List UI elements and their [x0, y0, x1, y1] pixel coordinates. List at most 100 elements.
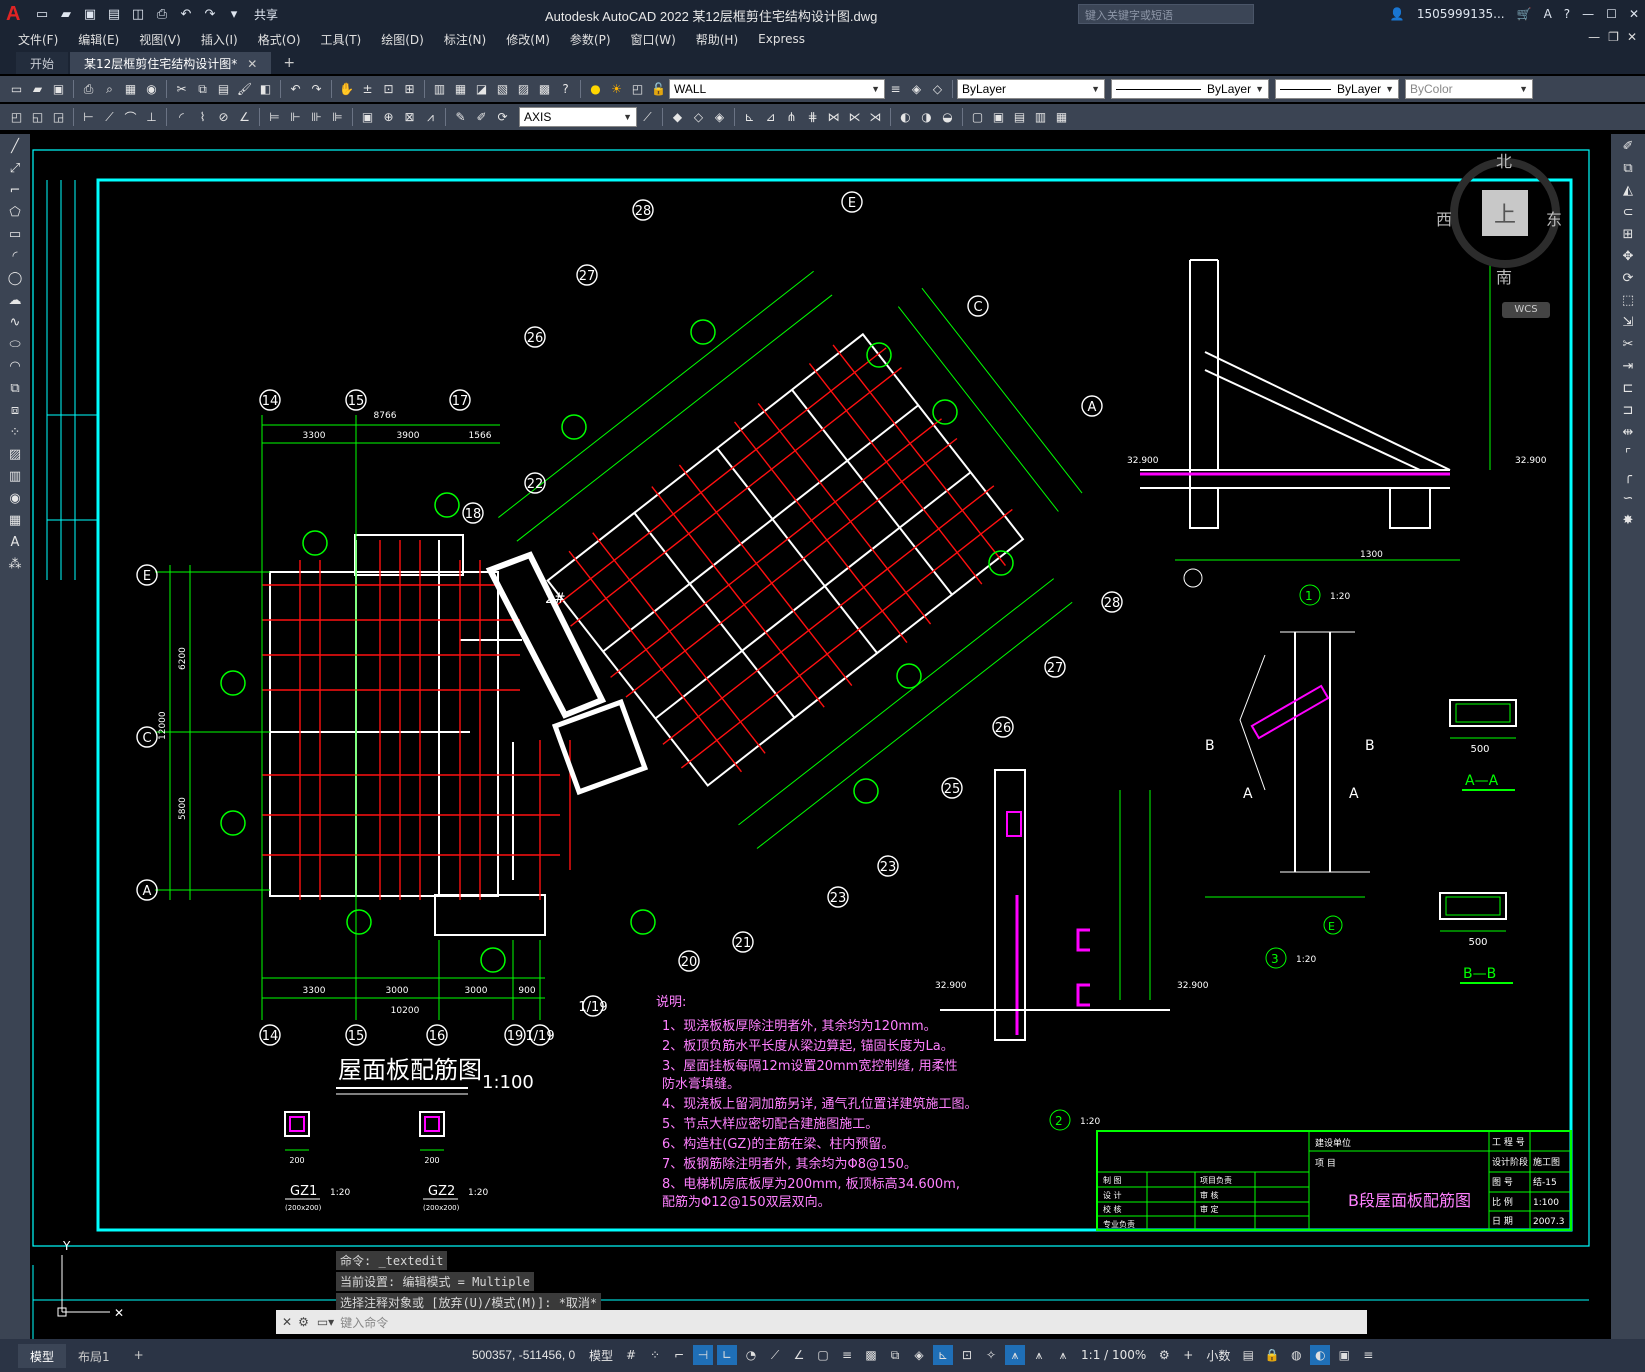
quick-dim-icon[interactable]: ⊨ [265, 108, 284, 127]
dim-space-icon[interactable]: ⊫ [328, 108, 347, 127]
center-mark-icon[interactable]: ⊕ [379, 108, 398, 127]
hatch-icon[interactable]: ▨ [4, 444, 26, 464]
autocad-logo-icon[interactable]: A [6, 2, 30, 26]
chamfer-icon[interactable]: ⌜ [1617, 444, 1639, 464]
save-icon[interactable]: ▣ [80, 4, 100, 24]
viewcube-top-face[interactable]: 上 [1482, 190, 1528, 236]
open-file-icon[interactable]: ▰ [56, 4, 76, 24]
3d-dwf-icon[interactable]: ◉ [142, 80, 161, 99]
plot-preview-icon[interactable]: ⌕ [100, 80, 119, 99]
sheet-set-icon[interactable]: ▧ [493, 80, 512, 99]
polygon-icon[interactable]: ⬠ [4, 202, 26, 222]
jogged-linear-icon[interactable]: ⩘ [421, 108, 440, 127]
cmd-prompt-icon[interactable]: ▭▾ [317, 1315, 334, 1329]
zoom-window-icon[interactable]: ⊡ [379, 80, 398, 99]
plotstyle-dropdown[interactable]: ByColor ▼ [1405, 79, 1533, 99]
command-line[interactable]: ✕ ⚙ ▭▾ 键入命令 [276, 1310, 1367, 1334]
dim-text-edit-icon[interactable]: ✐ [472, 108, 491, 127]
viewcube-south[interactable]: 南 [1496, 264, 1512, 288]
model-space-toggle[interactable]: 模型 [589, 1347, 613, 1364]
infer-constraints-icon[interactable]: ⌐ [669, 1345, 689, 1365]
zoom-realtime-icon[interactable]: ± [358, 80, 377, 99]
undo-icon[interactable]: ↶ [176, 4, 196, 24]
linear-dim-icon[interactable]: ⊢ [79, 108, 98, 127]
properties-icon[interactable]: ▥ [430, 80, 449, 99]
layout-tab-layout1[interactable]: 布局1 [66, 1344, 122, 1368]
drawing-canvas[interactable]: 2# 14 15 17 EC A 14 15 16 19 1/19 28 27 … [30, 134, 1611, 1339]
misc-tool4-icon[interactable]: ▥ [1031, 108, 1050, 127]
redo-icon[interactable]: ↷ [307, 80, 326, 99]
dim-edit-icon[interactable]: ✎ [451, 108, 470, 127]
break-icon[interactable]: ⊐ [1617, 400, 1639, 420]
menu-draw[interactable]: 绘图(D) [371, 31, 434, 48]
grid-icon[interactable]: # [621, 1345, 641, 1365]
plot-icon[interactable]: ⎙ [79, 80, 98, 99]
radius-dim-icon[interactable]: ◜ [172, 108, 191, 127]
new-tab-button[interactable]: + [273, 52, 305, 74]
doc-restore-icon[interactable]: ❐ [1608, 30, 1619, 44]
menu-insert[interactable]: 插入(I) [191, 31, 248, 48]
viewcube-east[interactable]: 东 [1546, 206, 1562, 230]
ortho-icon[interactable]: ∟ [717, 1345, 738, 1365]
block-editor-icon[interactable]: ◧ [256, 80, 275, 99]
render-tool3-icon[interactable]: ◒ [938, 108, 957, 127]
annotation-scale-value[interactable]: 1:1 / 100% [1081, 1348, 1146, 1362]
selection-cycling-icon[interactable]: ⧉ [885, 1345, 905, 1365]
dimstyle-manager-icon[interactable]: ⟋ [638, 108, 657, 127]
extend-icon[interactable]: ⇥ [1617, 356, 1639, 376]
circle-icon[interactable]: ◯ [4, 268, 26, 288]
cut-icon[interactable]: ✂ [172, 80, 191, 99]
ellipse-icon[interactable]: ⬭ [4, 334, 26, 354]
open-icon[interactable]: ▰ [28, 80, 47, 99]
jogged-dim-icon[interactable]: ⌇ [193, 108, 212, 127]
save-as-icon[interactable]: ▤ [104, 4, 124, 24]
snap-icon[interactable]: ⁘ [645, 1345, 665, 1365]
auto-scale-icon[interactable]: ⩚ [1029, 1345, 1049, 1365]
aligned-dim-icon[interactable]: ⟋ [100, 108, 119, 127]
baseline-dim-icon[interactable]: ⊩ [286, 108, 305, 127]
menu-dimension[interactable]: 标注(N) [434, 31, 496, 48]
ucs-tool4-icon[interactable]: ⋕ [803, 108, 822, 127]
arc-icon[interactable]: ◜ [4, 246, 26, 266]
user-name[interactable]: 1505999135... [1417, 7, 1505, 21]
zoom-previous-icon[interactable]: ⊞ [400, 80, 419, 99]
menu-modify[interactable]: 修改(M) [496, 31, 560, 48]
mirror-icon[interactable]: ◭ [1617, 180, 1639, 200]
menu-tools[interactable]: 工具(T) [311, 31, 372, 48]
ucs-tool2-icon[interactable]: ⊿ [761, 108, 780, 127]
calculator-icon[interactable]: ▩ [535, 80, 554, 99]
wcs-menu[interactable]: WCS [1502, 302, 1550, 318]
layer-viewport-icon[interactable]: ◰ [628, 80, 647, 99]
3d-osnap-icon[interactable]: ◈ [909, 1345, 929, 1365]
spline-icon[interactable]: ∿ [4, 312, 26, 332]
render-tool2-icon[interactable]: ◑ [917, 108, 936, 127]
new-file-icon[interactable]: ▭ [32, 4, 52, 24]
insert-block-icon[interactable]: ⧉ [4, 378, 26, 398]
region-icon[interactable]: ◉ [4, 488, 26, 508]
publish-icon[interactable]: ▦ [121, 80, 140, 99]
maximize-icon[interactable]: ☐ [1606, 7, 1617, 21]
point-icon[interactable]: ⁘ [4, 422, 26, 442]
workspace-gear-icon[interactable]: ⚙ [1154, 1345, 1174, 1365]
tab-drawing[interactable]: 某12层框剪住宅结构设计图* ✕ [70, 52, 272, 74]
table-icon[interactable]: ▦ [4, 510, 26, 530]
help-toolbar-icon[interactable]: ? [556, 80, 575, 99]
lineweight-icon[interactable]: ≡ [837, 1345, 857, 1365]
tab-start[interactable]: 开始 [16, 52, 69, 74]
dynamic-input-icon[interactable]: ⊣ [693, 1345, 714, 1365]
move-icon[interactable]: ✥ [1617, 246, 1639, 266]
user-icon[interactable]: 👤 [1390, 7, 1405, 21]
viewcube[interactable]: 上 北 南 东 西 [1436, 148, 1568, 298]
rotate-icon[interactable]: ⟳ [1617, 268, 1639, 288]
arc-length-icon[interactable]: ⌒ [121, 108, 140, 127]
mtext-icon[interactable]: A [4, 532, 26, 552]
minimize-icon[interactable]: — [1582, 7, 1594, 21]
break-at-point-icon[interactable]: ⊏ [1617, 378, 1639, 398]
customization-icon[interactable]: ≡ [1358, 1345, 1378, 1365]
array-icon[interactable]: ⊞ [1617, 224, 1639, 244]
make-current-icon[interactable]: ◈ [907, 80, 926, 99]
misc-tool2-icon[interactable]: ▣ [989, 108, 1008, 127]
view-tool1-icon[interactable]: ◆ [668, 108, 687, 127]
clean-screen-icon[interactable]: ▣ [1334, 1345, 1354, 1365]
paste-icon[interactable]: ▤ [214, 80, 233, 99]
